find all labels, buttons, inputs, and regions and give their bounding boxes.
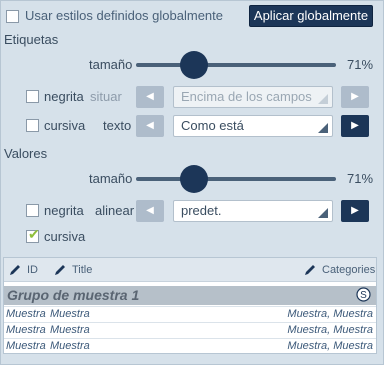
- apply-globally-button[interactable]: Aplicar globalmente: [249, 5, 373, 27]
- dropdown-corner-icon: [318, 94, 328, 104]
- row-title-cell: Muestra: [50, 340, 90, 352]
- labels-italic-label: cursiva: [44, 118, 86, 133]
- column-header-id[interactable]: ID: [27, 264, 38, 276]
- labels-text-select[interactable]: Como está: [173, 115, 333, 137]
- group-row: Grupo de muestra 1: [4, 286, 376, 305]
- column-header-categories[interactable]: Categories: [322, 264, 375, 276]
- sort-icon[interactable]: S: [356, 287, 371, 302]
- values-size-slider-track[interactable]: [136, 177, 336, 181]
- svg-text:S: S: [360, 290, 367, 301]
- values-align-prev-button[interactable]: ◀: [136, 200, 164, 222]
- values-bold-checkbox[interactable]: [26, 204, 39, 217]
- labels-place-prev-button[interactable]: ◀: [136, 86, 164, 108]
- values-italic-label: cursiva: [44, 229, 86, 244]
- labels-italic-checkbox[interactable]: [26, 119, 39, 132]
- use-global-styles-label: Usar estilos definidos globalmente: [25, 8, 223, 23]
- values-size-value: 71%: [347, 171, 374, 186]
- values-align-label: alinear: [95, 203, 135, 218]
- labels-bold-checkbox[interactable]: [26, 90, 39, 103]
- values-align-select-value: predet.: [181, 203, 222, 218]
- values-align-next-button[interactable]: ▶: [341, 200, 369, 222]
- row-categories-cell: Muestra, Muestra: [287, 340, 373, 352]
- labels-place-label: situar: [90, 89, 122, 104]
- pencil-icon[interactable]: [303, 263, 317, 277]
- preview-header: ID Title Categories: [4, 258, 376, 282]
- labels-place-next-button[interactable]: ▶: [341, 86, 369, 108]
- row-id-cell: Muestra: [6, 324, 46, 336]
- labels-text-next-button[interactable]: ▶: [341, 115, 369, 137]
- labels-section-title: Etiquetas: [4, 32, 59, 47]
- values-size-slider-thumb[interactable]: [180, 165, 208, 193]
- table-row: Muestra Muestra Muestra, Muestra: [4, 306, 376, 322]
- values-align-select[interactable]: predet.: [173, 200, 333, 222]
- row-title-cell: Muestra: [50, 308, 90, 320]
- labels-size-slider-track[interactable]: [136, 63, 336, 67]
- style-settings-panel: Usar estilos definidos globalmente Aplic…: [0, 0, 384, 365]
- dropdown-corner-icon: [318, 208, 328, 218]
- dropdown-corner-icon: [318, 123, 328, 133]
- column-header-title[interactable]: Title: [72, 264, 92, 276]
- values-size-label: tamaño: [89, 171, 133, 186]
- group-title: Grupo de muestra 1: [7, 287, 140, 303]
- row-title-cell: Muestra: [50, 324, 90, 336]
- table-row: Muestra Muestra Muestra, Muestra: [4, 322, 376, 338]
- labels-place-select-value: Encima de los campos: [181, 89, 312, 104]
- labels-place-select[interactable]: Encima de los campos: [173, 86, 333, 108]
- checkmark-icon: ✔: [28, 226, 40, 242]
- preview-table: ID Title Categories Grupo de muestra 1 S…: [3, 257, 377, 354]
- values-section-title: Valores: [4, 146, 48, 161]
- row-id-cell: Muestra: [6, 340, 46, 352]
- labels-text-label: texto: [103, 118, 132, 133]
- row-categories-cell: Muestra, Muestra: [287, 324, 373, 336]
- values-italic-checkbox[interactable]: ✔: [26, 226, 40, 243]
- pencil-icon[interactable]: [53, 263, 67, 277]
- row-id-cell: Muestra: [6, 308, 46, 320]
- labels-size-label: tamaño: [89, 57, 133, 72]
- table-row: Muestra Muestra Muestra, Muestra: [4, 338, 376, 354]
- use-global-styles-checkbox[interactable]: [6, 10, 19, 23]
- labels-text-select-value: Como está: [181, 118, 244, 133]
- pencil-icon[interactable]: [8, 263, 22, 277]
- labels-size-value: 71%: [347, 57, 374, 72]
- row-categories-cell: Muestra, Muestra: [287, 308, 373, 320]
- values-bold-label: negrita: [44, 203, 84, 218]
- labels-bold-label: negrita: [44, 89, 84, 104]
- labels-text-prev-button[interactable]: ◀: [136, 115, 164, 137]
- labels-size-slider-thumb[interactable]: [180, 51, 208, 79]
